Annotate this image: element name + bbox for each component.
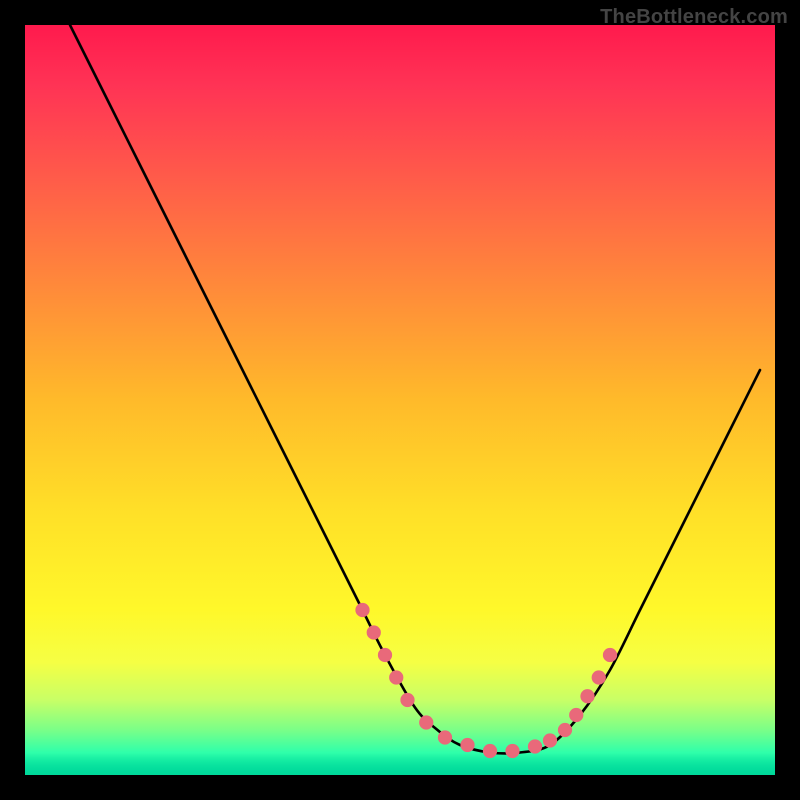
watermark-text: TheBottleneck.com (600, 6, 788, 29)
chart-frame: TheBottleneck.com (0, 0, 800, 800)
gradient-plot-area (25, 25, 775, 775)
